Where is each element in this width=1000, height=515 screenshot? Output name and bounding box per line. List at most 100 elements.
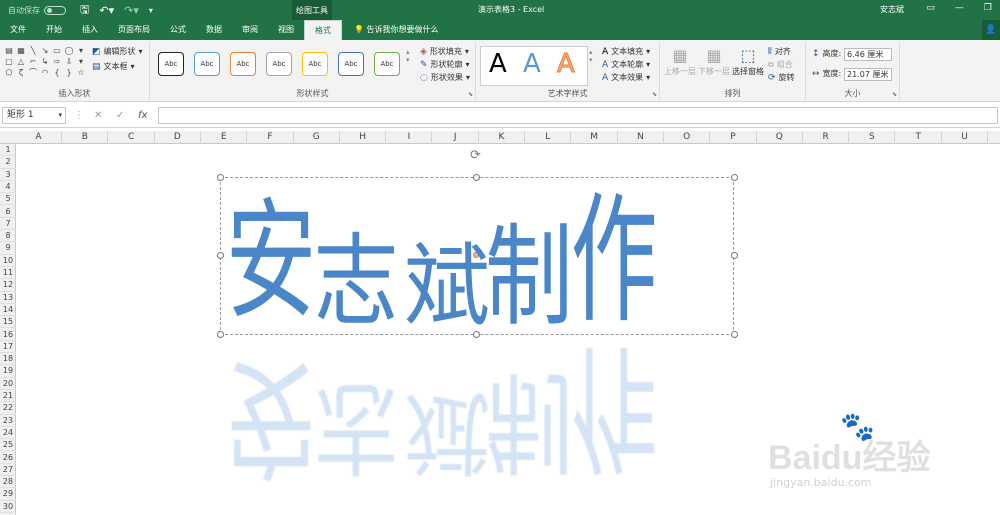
autosave[interactable]: 自动保存 <box>8 5 66 16</box>
align-button[interactable]: ⫴ 对齐 <box>768 46 791 57</box>
row-header-17[interactable]: 17 <box>0 341 16 354</box>
shape-style-4[interactable]: Abc <box>266 52 292 76</box>
textbox-shape-icon[interactable]: ▤ <box>4 46 14 55</box>
row-header-23[interactable]: 23 <box>0 415 16 427</box>
shape-effects-button[interactable]: ◌ 形状效果 ▾ <box>420 72 470 83</box>
wordart-style-black[interactable]: A <box>489 49 507 79</box>
text-box-button[interactable]: ▤ 文本框 ▾ <box>92 61 135 72</box>
row-header-11[interactable]: 11 <box>0 267 16 280</box>
row-header-2[interactable]: 2 <box>0 156 16 169</box>
curve-shape-icon[interactable]: ⌒ <box>28 68 38 77</box>
row-header-19[interactable]: 19 <box>0 365 16 378</box>
shapes-gallery[interactable]: ▤ ▦ ╲ ↘ ▭ ◯ ▾ ▢ △ ⌐ ↳ ⇨ ⇩ ▾ ⬠ ζ ⌒ ◠ { } <box>4 46 86 77</box>
shape-style-5[interactable]: Abc <box>302 52 328 76</box>
row-header-6[interactable]: 6 <box>0 206 16 218</box>
row-header-16[interactable]: 16 <box>0 329 16 341</box>
tab-home[interactable]: 开始 <box>36 20 72 40</box>
wordart-style-blue[interactable]: A <box>523 49 541 79</box>
column-header-i[interactable]: I <box>386 131 433 144</box>
row-header-5[interactable]: 5 <box>0 193 16 206</box>
column-header-j[interactable]: J <box>433 131 479 144</box>
shape-fill-button[interactable]: ◈ 形状填充 ▾ <box>420 46 469 57</box>
send-backward-button[interactable]: ▦ 下移一层 <box>698 46 730 77</box>
row-header-8[interactable]: 8 <box>0 230 16 243</box>
connector-shape-icon[interactable]: ↳ <box>40 57 50 66</box>
ribbon-display-icon[interactable]: ▭ <box>926 3 935 13</box>
column-header-h[interactable]: H <box>340 131 387 144</box>
brace-shape-icon[interactable]: { <box>52 68 62 77</box>
rotate-handle-icon[interactable]: ⟳ <box>470 148 481 163</box>
column-header-l[interactable]: L <box>525 131 572 144</box>
line-shape-icon[interactable]: ╲ <box>28 46 38 55</box>
tab-file[interactable]: 文件 <box>0 20 36 40</box>
textbox-shape-icon[interactable]: ▦ <box>16 46 26 55</box>
row-header-29[interactable]: 29 <box>0 488 16 501</box>
insert-function-icon[interactable]: fx <box>138 110 147 121</box>
row-header-1[interactable]: 1 <box>0 144 16 157</box>
shape-outline-button[interactable]: ✎ 形状轮廓 ▾ <box>420 59 470 70</box>
tab-review[interactable]: 审阅 <box>232 20 268 40</box>
row-header-27[interactable]: 27 <box>0 464 16 477</box>
triangle-shape-icon[interactable]: △ <box>16 57 26 66</box>
customize-qat-icon[interactable]: ▾ <box>149 6 153 15</box>
user-name[interactable]: 安志斌 <box>880 4 904 15</box>
row-header-24[interactable]: 24 <box>0 427 16 440</box>
save-icon[interactable]: 🖫 <box>80 1 89 20</box>
row-header-9[interactable]: 9 <box>0 242 16 255</box>
tab-data[interactable]: 数据 <box>196 20 232 40</box>
enter-icon[interactable]: ✓ <box>116 110 124 121</box>
elbow-shape-icon[interactable]: ⌐ <box>28 57 38 66</box>
name-box[interactable]: 矩形 1 ▾ <box>2 107 66 124</box>
edit-shape-button[interactable]: ◩ 编辑形状 ▾ <box>92 46 143 57</box>
row-header-20[interactable]: 20 <box>0 378 16 390</box>
restore-icon[interactable]: ❐ <box>984 3 992 13</box>
row-header-25[interactable]: 25 <box>0 439 16 452</box>
scroll-shapes-icon[interactable]: ▾ <box>76 57 86 66</box>
more-shapes-icon[interactable]: ▾ <box>76 46 86 55</box>
height-input[interactable]: 6.46 厘米 <box>844 48 892 61</box>
rounded-rect-shape-icon[interactable]: ▢ <box>4 57 14 66</box>
row-header-28[interactable]: 28 <box>0 476 16 489</box>
row-header-4[interactable]: 4 <box>0 181 16 194</box>
shape-style-1[interactable]: Abc <box>158 52 184 76</box>
tab-format[interactable]: 格式 <box>304 20 342 40</box>
group-button[interactable]: ⧉ 组合 <box>768 59 793 70</box>
column-header-u[interactable]: U <box>942 131 988 144</box>
dialog-launcher-icon[interactable]: ⬊ <box>892 91 897 98</box>
shape-style-6[interactable]: Abc <box>338 52 364 76</box>
minimize-icon[interactable]: — <box>955 3 964 13</box>
column-header-c[interactable]: C <box>109 131 155 144</box>
width-input[interactable]: 21.07 厘米 <box>844 68 892 81</box>
column-header-t[interactable]: T <box>896 131 942 144</box>
arrow-shape-icon[interactable]: ↘ <box>40 46 50 55</box>
dialog-launcher-icon[interactable]: ⬊ <box>652 91 657 98</box>
column-header-k[interactable]: K <box>479 131 525 144</box>
row-header-13[interactable]: 13 <box>0 292 16 304</box>
rotate-button[interactable]: ⟳ 旋转 <box>768 72 795 83</box>
wordart-style-orange[interactable]: A <box>557 49 576 80</box>
row-header-14[interactable]: 14 <box>0 304 16 317</box>
freeform-shape-icon[interactable]: ζ <box>16 68 26 77</box>
row-header-15[interactable]: 15 <box>0 316 16 329</box>
chevron-down-icon[interactable]: ▾ <box>58 108 62 123</box>
column-header-s[interactable]: S <box>849 131 896 144</box>
row-header-21[interactable]: 21 <box>0 390 16 403</box>
formula-input[interactable] <box>158 107 998 124</box>
shape-style-7[interactable]: Abc <box>374 52 400 76</box>
column-header-e[interactable]: E <box>201 131 248 144</box>
undo-icon[interactable]: ↶▾ <box>99 4 114 17</box>
rect-shape-icon[interactable]: ▭ <box>52 46 62 55</box>
row-header-30[interactable]: 30 <box>0 501 16 513</box>
tab-page-layout[interactable]: 页面布局 <box>108 20 160 40</box>
star-shape-icon[interactable]: ☆ <box>76 68 86 77</box>
wordart-text[interactable]: 安 志 斌 制 作 <box>220 180 734 333</box>
column-header-d[interactable]: D <box>155 131 201 144</box>
arc-shape-icon[interactable]: ◠ <box>40 68 50 77</box>
pentagon-shape-icon[interactable]: ⬠ <box>4 68 14 77</box>
row-header-12[interactable]: 12 <box>0 279 16 292</box>
text-fill-button[interactable]: A 文本填充 ▾ <box>602 46 650 57</box>
wordart-more-icon[interactable]: ▴ ▾ <box>589 48 593 64</box>
tab-insert[interactable]: 插入 <box>72 20 108 40</box>
column-header-q[interactable]: Q <box>757 131 803 144</box>
autosave-toggle[interactable] <box>44 5 66 15</box>
